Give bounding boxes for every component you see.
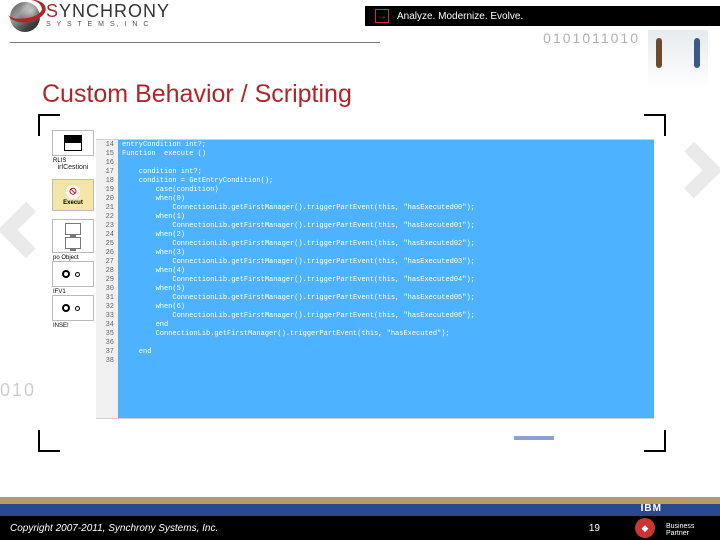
code-text[interactable]: entryCondition int?;Function execute () …: [118, 140, 479, 418]
tool-strip: RLIS irlCestioni ⦸Execut po Object IFV1 …: [50, 126, 96, 440]
tool-label: Execut: [63, 200, 83, 206]
tool-label: INSE!: [53, 323, 93, 329]
arrow-right-icon: →: [375, 9, 389, 23]
eye-icon: [62, 270, 70, 278]
page-number: 19: [589, 523, 600, 534]
logo-orb-icon: [10, 2, 40, 32]
slide-title: Custom Behavior / Scripting: [42, 80, 352, 109]
code-editor[interactable]: 1415161718192021222324252627282930313233…: [96, 140, 654, 418]
tool-object[interactable]: po Object: [52, 219, 94, 253]
no-entry-icon: ⦸: [66, 185, 80, 199]
business-partner-badge: ◆ Business Partner: [624, 498, 714, 538]
monitor-icon: [65, 223, 81, 235]
stripe-blue: [0, 504, 720, 516]
line-gutter: 1415161718192021222324252627282930313233…: [96, 140, 118, 418]
figures-icon: [648, 30, 708, 90]
chevron-right-decor-icon: [666, 142, 720, 199]
tool-gestion[interactable]: irlCestioni: [52, 164, 94, 171]
logo-text: SYNCHRONY S Y S T E M S, I N C: [46, 2, 170, 28]
binary-decor: 0101011010: [543, 30, 640, 46]
logo-rest: YNCHRONY: [59, 1, 170, 21]
tool-label: irlCestioni: [58, 164, 89, 171]
code-header: [96, 126, 654, 140]
code-panel: 1415161718192021222324252627282930313233…: [96, 126, 654, 440]
state-icon: [64, 135, 82, 151]
partner-text: Business Partner: [666, 498, 694, 538]
partner-line1: Business: [666, 523, 694, 531]
tool-execute[interactable]: ⦸Execut: [52, 179, 94, 211]
eye-icon: [62, 304, 70, 312]
footer-bar: Copyright 2007-2011, Synchrony Systems, …: [0, 516, 720, 540]
header: SYNCHRONY S Y S T E M S, I N C → Analyze…: [0, 0, 720, 46]
screenshot-frame: RLIS irlCestioni ⦸Execut po Object IFV1 …: [42, 118, 662, 448]
tool-inse[interactable]: INSE!: [52, 295, 94, 321]
partner-mark-icon: ◆: [624, 498, 666, 538]
code-footer: [96, 418, 654, 430]
logo-first-letter: S: [46, 1, 59, 21]
tagline-bar: → Analyze. Modernize. Evolve.: [365, 6, 720, 26]
binary-left-decor: 010: [0, 380, 36, 401]
screenshot-body: RLIS irlCestioni ⦸Execut po Object IFV1 …: [50, 126, 654, 440]
stripe-gold: [0, 497, 720, 504]
logo-subtitle: S Y S T E M S, I N C: [46, 21, 170, 28]
logo: SYNCHRONY S Y S T E M S, I N C: [10, 2, 170, 32]
partner-line2: Partner: [666, 530, 694, 538]
tagline-text: Analyze. Modernize. Evolve.: [397, 11, 523, 22]
tool-ifv1[interactable]: IFV1: [52, 261, 94, 287]
connector-icon: [70, 301, 84, 315]
footer: Copyright 2007-2011, Synchrony Systems, …: [0, 488, 720, 540]
monitor-icon: [65, 237, 81, 249]
header-rule: [10, 42, 380, 43]
tool-rlis[interactable]: RLIS: [52, 130, 94, 156]
copyright: Copyright 2007-2011, Synchrony Systems, …: [10, 523, 218, 534]
slide: SYNCHRONY S Y S T E M S, I N C → Analyze…: [0, 0, 720, 540]
connector-icon: [70, 267, 84, 281]
logo-name: SYNCHRONY: [46, 2, 170, 20]
scrollbar[interactable]: [514, 436, 554, 440]
